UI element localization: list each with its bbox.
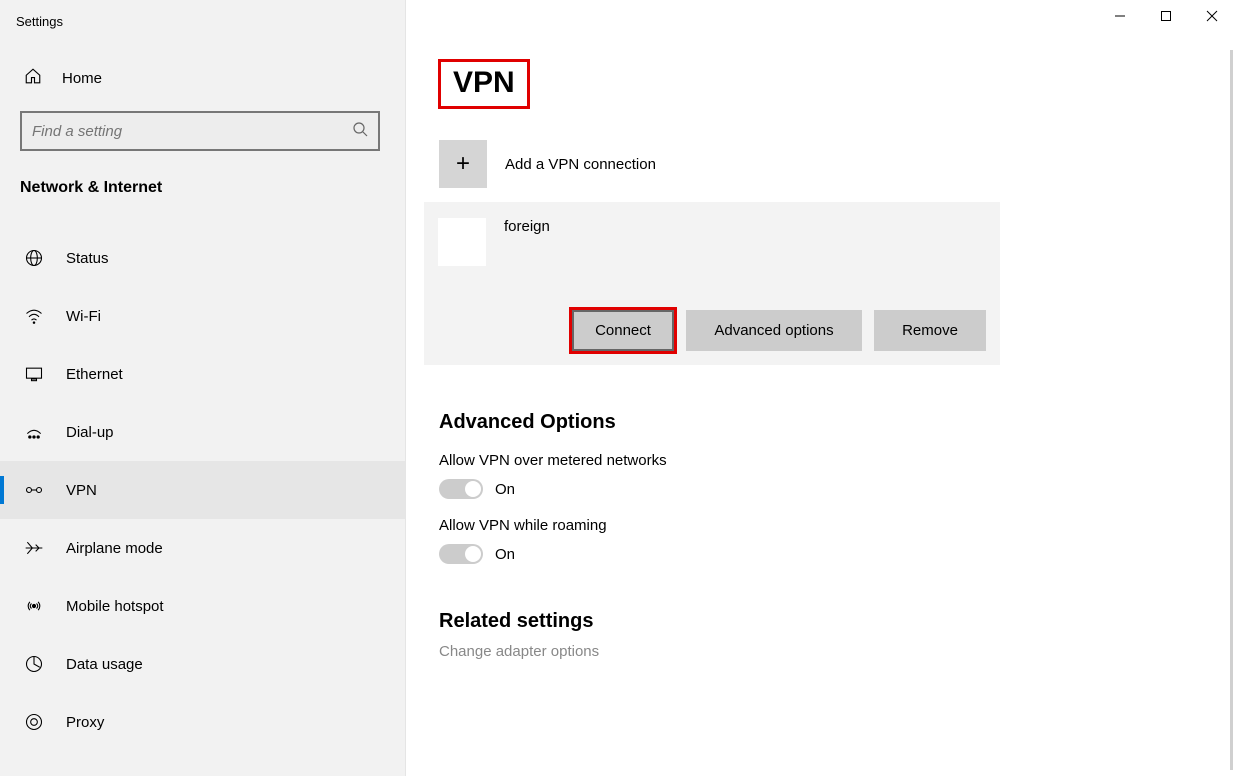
vpn-icon xyxy=(24,480,44,500)
maximize-button[interactable] xyxy=(1143,0,1189,32)
hotspot-icon xyxy=(24,596,44,616)
proxy-icon xyxy=(24,712,44,732)
main-content: VPN + Add a VPN connection foreign Conne… xyxy=(406,0,1235,776)
roaming-toggle[interactable] xyxy=(439,544,483,564)
sidebar-home[interactable]: Home xyxy=(0,57,405,99)
home-icon xyxy=(24,67,42,89)
search-box[interactable] xyxy=(20,111,380,151)
sidebar-item-ethernet[interactable]: Ethernet xyxy=(0,345,405,403)
metered-toggle[interactable] xyxy=(439,479,483,499)
vpn-connection-card[interactable]: foreign Connect Advanced options Remove xyxy=(424,202,1000,365)
sidebar-item-data[interactable]: Data usage xyxy=(0,635,405,693)
vpn-connection-icon xyxy=(438,218,486,266)
sidebar-item-airplane[interactable]: Airplane mode xyxy=(0,519,405,577)
app-title: Settings xyxy=(0,0,405,57)
window-controls xyxy=(1097,0,1235,32)
vpn-connection-name: foreign xyxy=(504,218,550,235)
sidebar-item-wifi[interactable]: Wi-Fi xyxy=(0,287,405,345)
dialup-icon xyxy=(24,422,44,442)
globe-icon xyxy=(24,248,44,268)
sidebar-item-label: Mobile hotspot xyxy=(66,598,164,615)
sidebar-item-proxy[interactable]: Proxy xyxy=(0,693,405,751)
scrollbar[interactable] xyxy=(1230,50,1233,770)
minimize-button[interactable] xyxy=(1097,0,1143,32)
wifi-icon xyxy=(24,306,44,326)
airplane-icon xyxy=(24,538,44,558)
close-button[interactable] xyxy=(1189,0,1235,32)
sidebar-item-label: Status xyxy=(66,250,109,267)
sidebar-item-label: Proxy xyxy=(66,714,104,731)
sidebar-nav: Status Wi-Fi Ethernet Dial-up xyxy=(0,207,405,751)
sidebar-item-label: Dial-up xyxy=(66,424,114,441)
add-vpn-row[interactable]: + Add a VPN connection xyxy=(439,140,1235,188)
remove-button[interactable]: Remove xyxy=(874,310,986,351)
sidebar-item-hotspot[interactable]: Mobile hotspot xyxy=(0,577,405,635)
selected-indicator xyxy=(0,476,4,504)
sidebar-item-dialup[interactable]: Dial-up xyxy=(0,403,405,461)
roaming-state: On xyxy=(495,546,515,563)
sidebar-item-label: Airplane mode xyxy=(66,540,163,557)
change-adapter-link[interactable]: Change adapter options xyxy=(439,643,1235,660)
sidebar-item-status[interactable]: Status xyxy=(0,229,405,287)
sidebar-item-label: Wi-Fi xyxy=(66,308,101,325)
sidebar-item-vpn[interactable]: VPN xyxy=(0,461,405,519)
advanced-options-button[interactable]: Advanced options xyxy=(686,310,862,351)
connect-button[interactable]: Connect xyxy=(572,310,674,351)
roaming-label: Allow VPN while roaming xyxy=(439,517,1235,534)
sidebar-category: Network & Internet xyxy=(0,161,405,207)
plus-icon: + xyxy=(439,140,487,188)
page-title: VPN xyxy=(441,62,527,106)
home-label: Home xyxy=(62,70,102,87)
sidebar-item-label: Data usage xyxy=(66,656,143,673)
sidebar-item-label: Ethernet xyxy=(66,366,123,383)
sidebar: Settings Home Network & Internet Status xyxy=(0,0,406,776)
metered-state: On xyxy=(495,481,515,498)
data-usage-icon xyxy=(24,654,44,674)
advanced-options-heading: Advanced Options xyxy=(439,411,1235,434)
ethernet-icon xyxy=(24,364,44,384)
metered-label: Allow VPN over metered networks xyxy=(439,452,1235,469)
search-input[interactable] xyxy=(32,123,352,140)
add-vpn-label: Add a VPN connection xyxy=(505,156,656,173)
search-icon xyxy=(352,121,368,141)
related-settings-heading: Related settings xyxy=(439,610,1235,633)
sidebar-item-label: VPN xyxy=(66,482,97,499)
